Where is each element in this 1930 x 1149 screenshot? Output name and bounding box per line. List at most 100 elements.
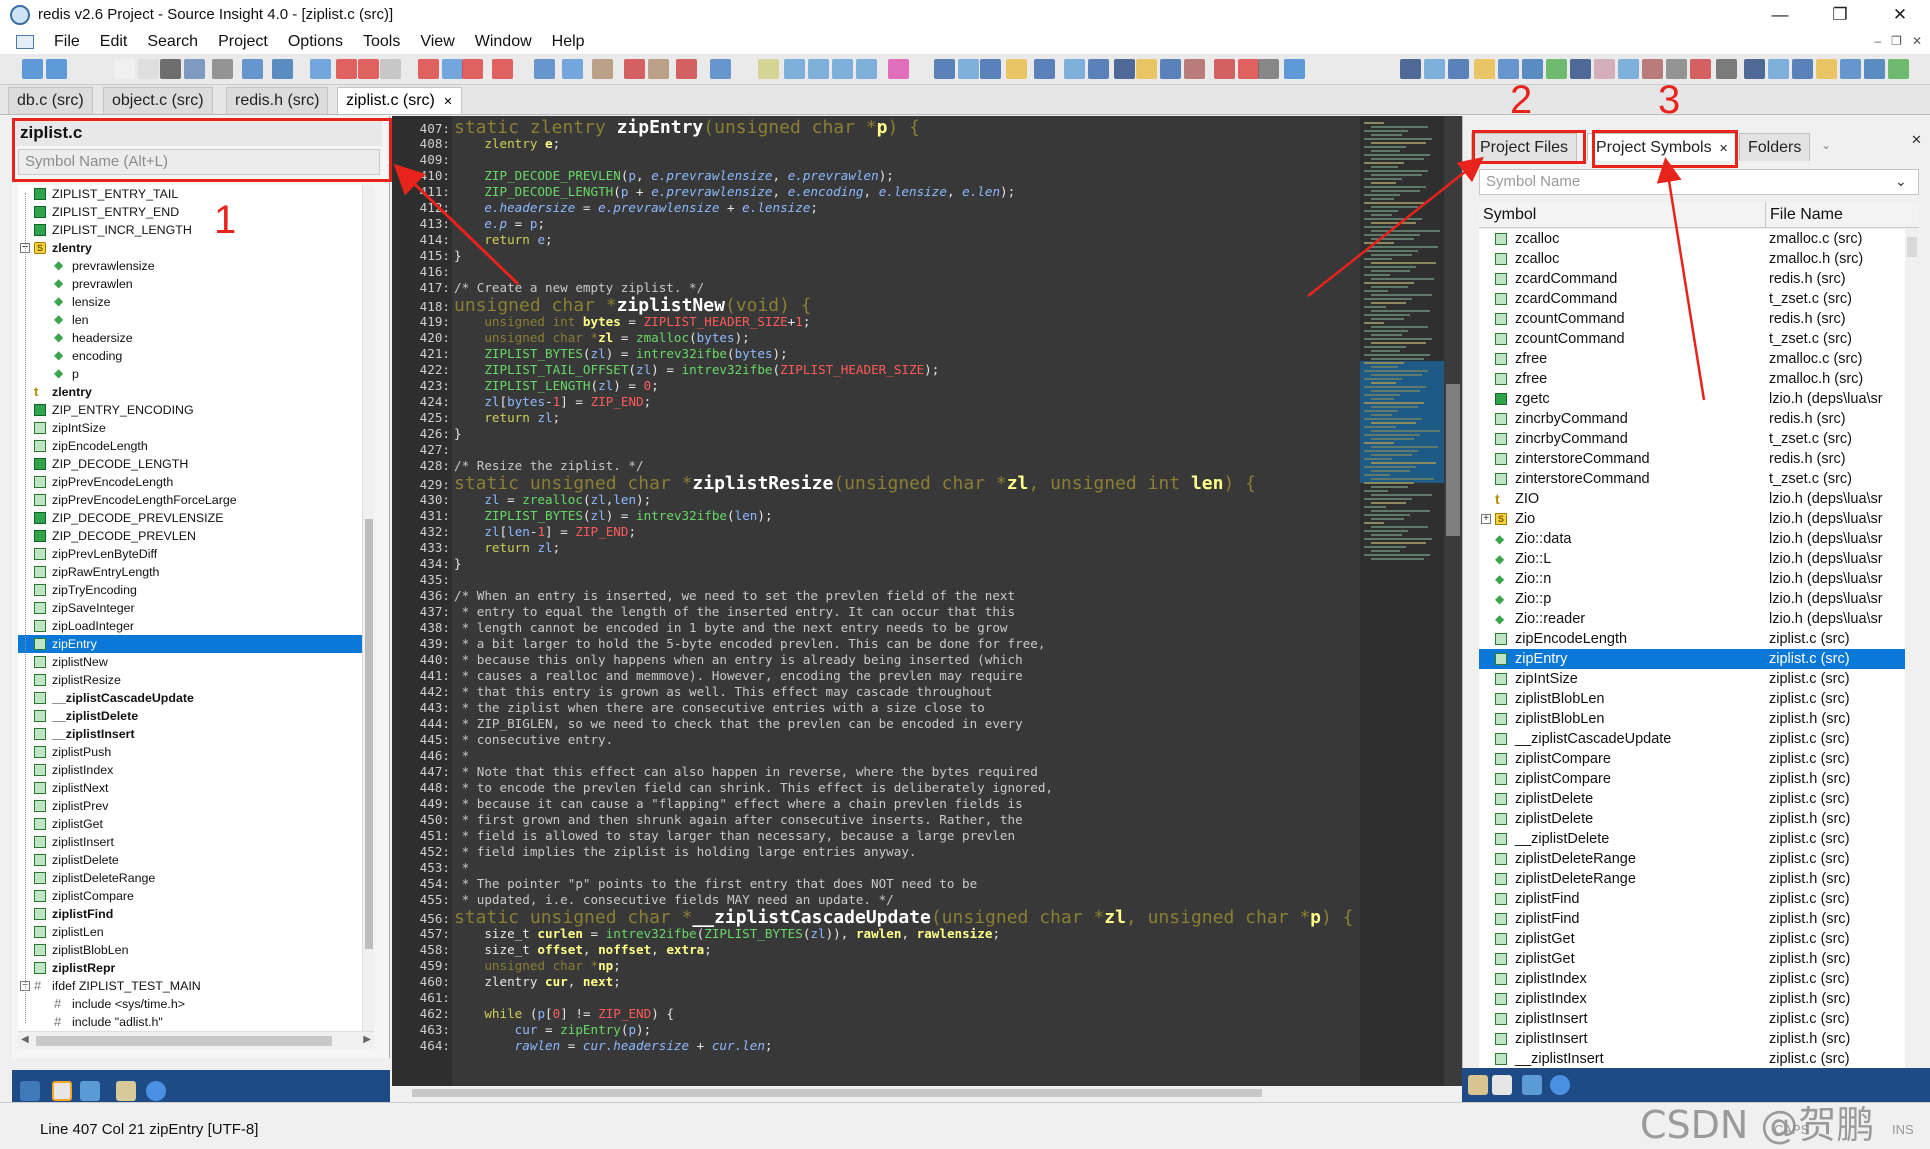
refresh-icon[interactable]	[1522, 1075, 1542, 1095]
toolbar-button-icon[interactable]	[1594, 59, 1615, 79]
gear-icon[interactable]	[1550, 1075, 1570, 1095]
symbol-list-item[interactable]: ziplistRepr	[18, 959, 374, 977]
toolbar-button-icon[interactable]	[138, 59, 159, 79]
toolbar-button-icon[interactable]	[1864, 59, 1885, 79]
project-symbol-row[interactable]: zcountCommand redis.h (src)	[1479, 309, 1905, 329]
scrollbar-thumb[interactable]	[1907, 237, 1917, 257]
symbol-list-item[interactable]: zipPrevLenByteDiff	[18, 545, 374, 563]
column-symbol[interactable]: Symbol	[1483, 202, 1536, 228]
toolbar-button-icon[interactable]	[1522, 59, 1543, 79]
symbol-list-item[interactable]: ziplistResize	[18, 671, 374, 689]
toolbar-button-icon[interactable]	[336, 59, 357, 79]
project-symbol-row[interactable]: __ziplistInsert ziplist.c (src)	[1479, 1049, 1905, 1069]
symbol-list-item[interactable]: t zlentry	[18, 383, 374, 401]
toolbar-button-icon[interactable]	[832, 59, 853, 79]
tab-object-c[interactable]: object.c (src)	[103, 87, 213, 114]
toolbar-button-icon[interactable]	[212, 59, 233, 79]
symbol-list-item[interactable]: ◆ len	[18, 311, 374, 329]
code-line[interactable]: * first grown and then shrunk again afte…	[454, 812, 1023, 828]
toolbar-button-icon[interactable]	[1840, 59, 1861, 79]
toolbar-button-icon[interactable]	[1618, 59, 1639, 79]
menu-file[interactable]: File	[44, 29, 90, 54]
symbol-list-item[interactable]: zipLoadInteger	[18, 617, 374, 635]
project-symbol-row[interactable]: zinterstoreCommand t_zset.c (src)	[1479, 469, 1905, 489]
code-line[interactable]: *	[454, 860, 470, 876]
symbol-list-item[interactable]: − # ifdef ZIPLIST_TEST_MAIN	[18, 977, 374, 995]
symbol-list-item[interactable]: ◆ prevrawlensize	[18, 257, 374, 275]
code-line[interactable]: * the ziplist when there are consecutive…	[454, 700, 985, 716]
symbol-list-item[interactable]: ziplistIndex	[18, 761, 374, 779]
symbol-list-item[interactable]: ziplistDeleteRange	[18, 869, 374, 887]
code-line[interactable]: /* When an entry is inserted, we need to…	[454, 588, 1015, 604]
symbol-list-item[interactable]: ziplistFind	[18, 905, 374, 923]
maximize-button[interactable]: ❐	[1810, 0, 1870, 29]
book-icon[interactable]	[116, 1081, 136, 1101]
symbol-list-item[interactable]: zipIntSize	[18, 419, 374, 437]
code-line[interactable]: size_t curlen = intrev32ifbe(ZIPLIST_BYT…	[454, 926, 1000, 942]
toolbar-button-icon[interactable]	[1666, 59, 1687, 79]
toolbar-button-icon[interactable]	[784, 59, 805, 79]
code-line[interactable]: ZIP_DECODE_PREVLEN(p, e.prevrawlensize, …	[454, 168, 894, 184]
code-line[interactable]: ZIPLIST_TAIL_OFFSET(zl) = intrev32ifbe(Z…	[454, 362, 939, 378]
toolbar-button-icon[interactable]	[272, 59, 293, 79]
project-symbol-row[interactable]: ziplistIndex ziplist.c (src)	[1479, 969, 1905, 989]
symbol-list-item[interactable]: ZIP_DECODE_PREVLEN	[18, 527, 374, 545]
menu-project[interactable]: Project	[208, 29, 278, 54]
toolbar-button-icon[interactable]	[1716, 59, 1737, 79]
symbol-list-item[interactable]: ziplistPush	[18, 743, 374, 761]
toolbar-button-icon[interactable]	[1744, 59, 1765, 79]
symbol-list-item[interactable]: ziplistLen	[18, 923, 374, 941]
grid-view-icon[interactable]	[80, 1081, 100, 1101]
project-symbol-row[interactable]: ◆ Zio::p lzio.h (deps\lua\sr	[1479, 589, 1905, 609]
symbol-list-item[interactable]: # include "adlist.h"	[18, 1013, 374, 1031]
project-symbol-row[interactable]: zcalloc zmalloc.c (src)	[1479, 229, 1905, 249]
symbol-search-input[interactable]: Symbol Name (Alt+L)	[18, 149, 380, 175]
symbol-list-item[interactable]: ZIPLIST_ENTRY_END	[18, 203, 374, 221]
code-line[interactable]: unsigned char *ziplistNew(void) {	[454, 296, 812, 316]
project-symbol-row[interactable]: ◆ Zio::L lzio.h (deps\lua\sr	[1479, 549, 1905, 569]
project-symbol-row[interactable]: ziplistCompare ziplist.c (src)	[1479, 749, 1905, 769]
project-symbol-row[interactable]: ◆ Zio::data lzio.h (deps\lua\sr	[1479, 529, 1905, 549]
code-line[interactable]: ZIPLIST_BYTES(zl) = intrev32ifbe(bytes);	[454, 346, 787, 362]
code-line[interactable]: }	[454, 556, 462, 572]
code-line[interactable]: return zl;	[454, 410, 560, 426]
code-line[interactable]: unsigned int bytes = ZIPLIST_HEADER_SIZE…	[454, 314, 810, 330]
toolbar-button-icon[interactable]	[1792, 59, 1813, 79]
symbol-list-item[interactable]: ZIPLIST_INCR_LENGTH	[18, 221, 374, 239]
scrollbar-thumb[interactable]	[1446, 384, 1460, 536]
project-symbol-row[interactable]: ziplistCompare ziplist.h (src)	[1479, 769, 1905, 789]
tab-project-files[interactable]: Project Files	[1471, 133, 1578, 161]
code-line[interactable]: e.p = p;	[454, 216, 545, 232]
tab-project-symbols[interactable]: Project Symbols ✕	[1587, 133, 1738, 161]
symbol-list-item[interactable]: ziplistBlobLen	[18, 941, 374, 959]
symbol-list-item[interactable]: ziplistNext	[18, 779, 374, 797]
code-line[interactable]: unsigned char *np;	[454, 958, 621, 974]
symbol-list-item[interactable]: ziplistCompare	[18, 887, 374, 905]
toolbar-button-icon[interactable]	[934, 59, 955, 79]
close-button[interactable]: ✕	[1870, 0, 1930, 29]
toolbar-button-icon[interactable]	[1184, 59, 1205, 79]
symbol-info-icon[interactable]	[1492, 1075, 1512, 1095]
project-symbol-row[interactable]: ◆ Zio::n lzio.h (deps\lua\sr	[1479, 569, 1905, 589]
code-line[interactable]: * entry to equal the length of the inser…	[454, 604, 1016, 620]
code-line[interactable]: * because this only happens when an entr…	[454, 652, 1023, 668]
project-symbol-row[interactable]: __ziplistDelete ziplist.c (src)	[1479, 829, 1905, 849]
tab-close-icon[interactable]: ✕	[1719, 143, 1728, 155]
tab-close-icon[interactable]: ✕	[443, 96, 452, 108]
panel-close-icon[interactable]: ✕	[1911, 132, 1922, 148]
code-line[interactable]: return e;	[454, 232, 552, 248]
sort-icon[interactable]	[20, 1081, 40, 1101]
project-symbol-row[interactable]: ziplistFind ziplist.c (src)	[1479, 889, 1905, 909]
project-symbol-row[interactable]: zfree zmalloc.h (src)	[1479, 369, 1905, 389]
code-line[interactable]: * ZIP_BIGLEN, so we need to check that t…	[454, 716, 1023, 732]
toolbar-button-icon[interactable]	[184, 59, 205, 79]
project-icon[interactable]	[1468, 1075, 1488, 1095]
code-line[interactable]: * because it can cause a "flapping" effe…	[454, 796, 1023, 812]
tab-db-c[interactable]: db.c (src)	[8, 87, 93, 114]
menu-tools[interactable]: Tools	[353, 29, 410, 54]
toolbar-button-icon[interactable]	[1400, 59, 1421, 79]
gear-icon[interactable]	[146, 1081, 166, 1101]
toolbar-button-icon[interactable]	[380, 59, 401, 79]
project-symbol-row[interactable]: zcountCommand t_zset.c (src)	[1479, 329, 1905, 349]
code-line[interactable]: * consecutive entry.	[454, 732, 614, 748]
